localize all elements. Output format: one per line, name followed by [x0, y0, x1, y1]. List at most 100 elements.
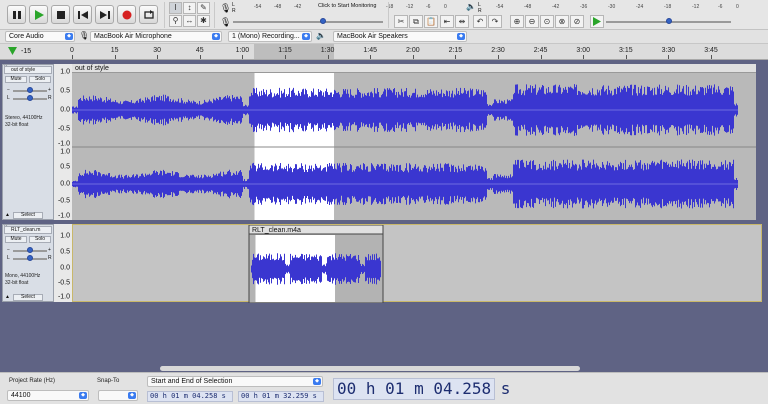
play-at-speed-button[interactable]: [590, 15, 604, 28]
play-meter-tick: 0: [736, 4, 739, 10]
pause-icon: [12, 10, 21, 19]
timeline-ruler[interactable]: -15 0 15 30 45 1:00 1:15 1:30 1:45 2:00 2:15 2:30 2…: [0, 44, 768, 60]
playback-device-value: MacBook Air Speakers: [337, 33, 408, 40]
record-volume-slider[interactable]: [233, 21, 383, 23]
collapse-triangle-icon[interactable]: ▲: [4, 294, 11, 301]
loop-icon: [143, 9, 154, 19]
mute-button[interactable]: Mute: [5, 76, 27, 83]
recording-channels-select[interactable]: 1 (Mono) Recording... ◆: [228, 31, 312, 42]
horizontal-scrollbar[interactable]: [160, 366, 580, 371]
envelope-icon: ↕: [187, 3, 192, 12]
collapse-triangle-icon[interactable]: ▲: [4, 212, 11, 219]
timeline-tick-label: 3:45: [704, 47, 718, 54]
project-rate-select[interactable]: 44100 ◆: [7, 390, 89, 401]
track-select-button[interactable]: Select: [13, 212, 43, 219]
gain-thumb[interactable]: [27, 87, 33, 93]
fit-project-button[interactable]: ⊗: [555, 15, 569, 28]
zoom-tool[interactable]: ⚲: [169, 15, 182, 27]
audio-position-display[interactable]: 00 h 01 m 04.258 s: [333, 378, 510, 400]
record-meter-tick: 0: [444, 4, 447, 10]
timeline-tick-label: 1:15: [278, 47, 292, 54]
selection-start-time[interactable]: 00 h 01 m 04.258 s: [147, 391, 233, 402]
stop-icon: [56, 10, 65, 19]
multi-tool[interactable]: ✱: [197, 15, 210, 27]
timeline-tick-mark: [242, 55, 244, 59]
selection-end-time[interactable]: 00 h 01 m 32.259 s: [238, 391, 324, 402]
play-meter-tick: -30: [608, 4, 616, 10]
time-shift-tool[interactable]: ↔: [183, 15, 196, 27]
record-button[interactable]: [117, 5, 136, 24]
waveform-drawing: RLT_clean.m4a: [248, 225, 384, 303]
scissors-icon: ✂: [397, 17, 405, 26]
zoom-toggle-icon: ⊘: [573, 17, 581, 26]
play-meter-tick: -12: [692, 4, 700, 10]
ruler-label: 0.5: [60, 248, 70, 256]
undo-button[interactable]: ↶: [473, 15, 487, 28]
selection-toolbar: Project Rate (Hz) Snap-To 44100 ◆ ◆ Start…: [0, 372, 768, 404]
track-select-button[interactable]: Select: [13, 294, 43, 301]
ruler-label: 1.0: [60, 148, 70, 156]
track-waveform[interactable]: RLT_clean.m4a: [72, 224, 762, 303]
copy-icon: ⧉: [413, 17, 419, 26]
timeline-tick-label: 30: [153, 47, 162, 54]
timeline-tick-mark: [583, 55, 585, 59]
snap-to-select[interactable]: ◆: [98, 390, 138, 401]
chevron-down-icon: ◆: [65, 33, 73, 40]
timeline-tick-mark: [455, 55, 457, 59]
silence-button[interactable]: ⇹: [455, 15, 469, 28]
record-meter-tick: -42: [294, 4, 302, 10]
selection-tool[interactable]: I: [169, 2, 182, 14]
time-shift-icon: ↔: [185, 16, 194, 25]
skip-to-end-button[interactable]: [95, 5, 114, 24]
paste-button[interactable]: 📋: [424, 15, 438, 28]
amplitude-ruler: 1.0 0.5 0.0 -0.5 -1.0: [54, 224, 72, 302]
mute-button[interactable]: Mute: [5, 236, 27, 243]
play-meter-scale[interactable]: -54 -48 -42 -36 -30 -24 -18 -12 -6 0: [482, 4, 742, 10]
zoom-toggle-button[interactable]: ⊘: [570, 15, 584, 28]
pan-left-letter: L: [7, 95, 10, 101]
play-button[interactable]: [29, 5, 48, 24]
track-waveform[interactable]: out of style: [72, 64, 756, 220]
track-control-panel[interactable]: × out of style Mute Solo − + L R Stereo,…: [2, 64, 54, 220]
microphone-volume-icon: 🎙: [220, 17, 232, 27]
redo-button[interactable]: ↷: [488, 15, 502, 28]
track-name-menu[interactable]: RLT_clean.m: [4, 226, 52, 234]
selection-mode-select[interactable]: Start and End of Selection ◆: [147, 376, 323, 387]
playback-device-select[interactable]: MacBook Air Speakers ◆: [333, 31, 467, 42]
gain-thumb[interactable]: [27, 247, 33, 253]
zoom-out-button[interactable]: ⊖: [525, 15, 539, 28]
play-meter-tick: -48: [524, 4, 532, 10]
track-name-menu[interactable]: out of style: [4, 66, 52, 74]
toolbar: I ↕ ✎ ⚲ ↔ ✱ 🎙 L R -54 -48 -42 -18 -12 -6…: [0, 0, 768, 30]
fit-selection-button[interactable]: ⊙: [540, 15, 554, 28]
loop-button[interactable]: [139, 5, 158, 24]
ruler-label: 0.5: [60, 87, 70, 95]
play-meter-tick: -6: [718, 4, 723, 10]
track-bit-depth: 32-bit float: [5, 280, 29, 286]
copy-button[interactable]: ⧉: [409, 15, 423, 28]
trim-button[interactable]: ⇤: [440, 15, 454, 28]
pause-button[interactable]: [7, 5, 26, 24]
record-volume-thumb[interactable]: [320, 18, 326, 24]
pan-thumb[interactable]: [27, 95, 33, 101]
playback-speed-thumb[interactable]: [665, 18, 672, 24]
stop-button[interactable]: [51, 5, 70, 24]
solo-button[interactable]: Solo: [29, 76, 51, 83]
cut-button[interactable]: ✂: [394, 15, 408, 28]
zoom-in-button[interactable]: ⊕: [510, 15, 524, 28]
timeline-tick-label: 2:00: [405, 47, 420, 54]
skip-to-start-button[interactable]: [73, 5, 92, 24]
monitoring-label[interactable]: Click to Start Monitoring: [318, 3, 376, 9]
audio-host-select[interactable]: Core Audio ◆: [5, 31, 75, 42]
solo-button[interactable]: Solo: [29, 236, 51, 243]
record-meter-tick: -48: [274, 4, 282, 10]
timeline-start-label: -15: [21, 48, 32, 55]
recording-device-value: MacBook Air Microphone: [94, 33, 172, 40]
track-control-panel[interactable]: × RLT_clean.m Mute Solo − + L R Mono, 44…: [2, 224, 54, 302]
draw-tool[interactable]: ✎: [197, 2, 210, 14]
pin-icon[interactable]: [8, 47, 17, 55]
pan-thumb[interactable]: [27, 255, 33, 261]
recording-device-select[interactable]: MacBook Air Microphone ◆: [90, 31, 222, 42]
timeline-tick-mark: [285, 55, 286, 59]
envelope-tool[interactable]: ↕: [183, 2, 196, 14]
